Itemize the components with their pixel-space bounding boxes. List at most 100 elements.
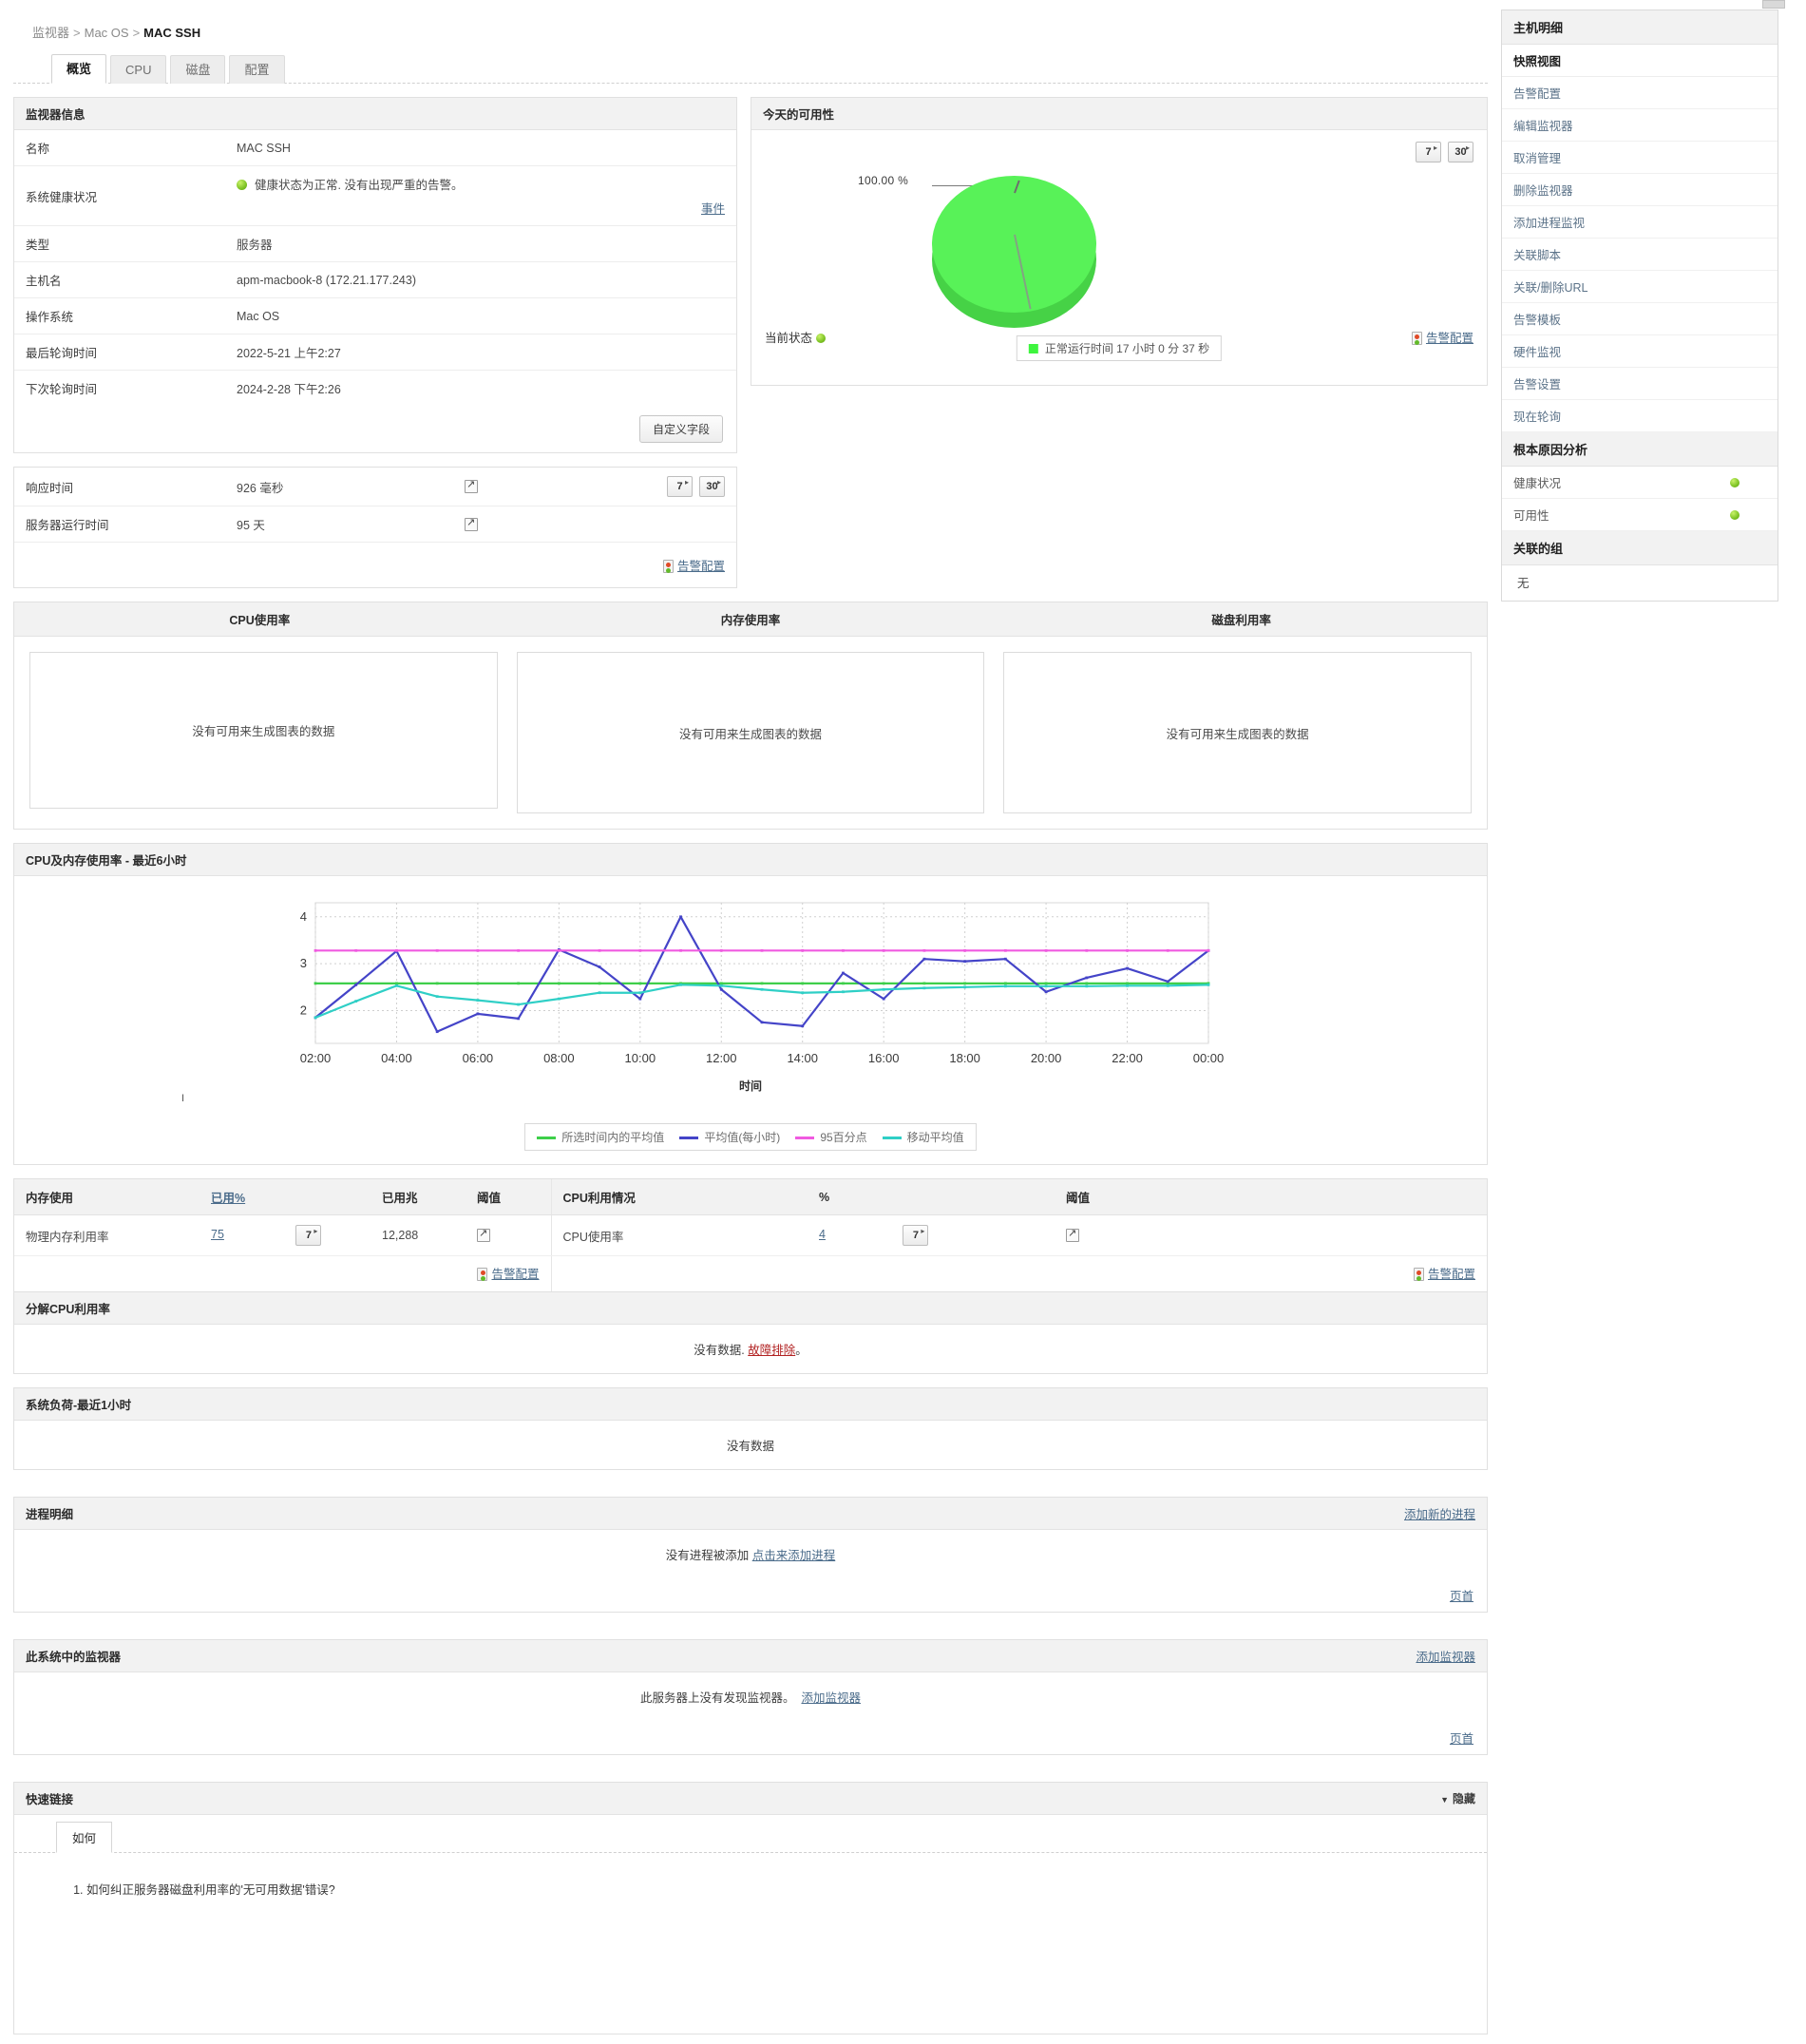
usage-table-panel: 内存使用 已用% 已用兆 阈值 CPU利用情况 % 阈值 物理内存利用率 75 … bbox=[13, 1178, 1488, 1292]
quick-links-hide-toggle[interactable]: ▼ 隐藏 bbox=[1440, 1790, 1475, 1806]
memory-range-7[interactable]: 7 ▸ bbox=[295, 1225, 322, 1246]
system-monitors-title: 此系统中的监视器 bbox=[26, 1651, 122, 1664]
quick-links-body: 如何纠正服务器磁盘利用率的'无可用数据'错误? bbox=[14, 1853, 1487, 2034]
svg-text:08:00: 08:00 bbox=[543, 1051, 575, 1065]
row-label-server-uptime: 服务器运行时间 bbox=[14, 506, 225, 543]
breadcrumb-root[interactable]: 监视器 bbox=[32, 26, 69, 40]
pie-percentage-label: 100.00 % bbox=[858, 174, 909, 187]
row-label-response-time: 响应时间 bbox=[14, 468, 225, 506]
perf-row: 响应时间 926 毫秒 7▸ 30▸ bbox=[13, 453, 1488, 588]
cpu-alarm-config[interactable]: 告警配置 bbox=[1055, 1256, 1487, 1292]
tab-cpu[interactable]: CPU bbox=[110, 55, 167, 84]
table-row: 名称 MAC SSH bbox=[14, 130, 736, 166]
perf-range-buttons: 7 ▸ 30 ▸ bbox=[667, 476, 725, 497]
perf-range-7[interactable]: 7 ▸ bbox=[667, 476, 693, 497]
breadcrumb: 监视器 > Mac OS > MAC SSH bbox=[13, 10, 1488, 52]
pie-legend: 正常运行时间 17 小时 0 分 37 秒 bbox=[1016, 335, 1223, 361]
sidebar-title: 主机明细 bbox=[1502, 10, 1777, 45]
cpu-breakdown-title: 分解CPU利用率 bbox=[26, 1303, 110, 1316]
row-label-last-poll: 最后轮询时间 bbox=[14, 334, 225, 371]
svg-text:2: 2 bbox=[300, 1003, 307, 1017]
current-status: 当前状态 bbox=[765, 328, 826, 346]
svg-text:16:00: 16:00 bbox=[868, 1051, 900, 1065]
row-value-os: Mac OS bbox=[225, 297, 736, 334]
perf-alarm-config-link[interactable]: 告警配置 bbox=[677, 560, 725, 573]
add-monitor-link[interactable]: 添加监视器 bbox=[1416, 1647, 1475, 1665]
cpu-threshold-popout-icon[interactable] bbox=[1066, 1227, 1079, 1243]
quick-links-list: 如何纠正服务器磁盘利用率的'无可用数据'错误? bbox=[66, 1880, 1487, 1898]
memory-alarm-config[interactable]: 告警配置 bbox=[466, 1256, 551, 1292]
monitors-top-link[interactable]: 页首 bbox=[1450, 1732, 1473, 1746]
alarm-icon bbox=[662, 560, 674, 573]
svg-text:4: 4 bbox=[300, 909, 307, 924]
sidebar-item-alarm-template[interactable]: 告警模板 bbox=[1502, 303, 1777, 335]
svg-text:00:00: 00:00 bbox=[1193, 1051, 1225, 1065]
system-load-title: 系统负荷-最近1小时 bbox=[26, 1399, 132, 1412]
rca-availability-status-dot bbox=[1730, 509, 1739, 520]
cpu-pct-value[interactable]: 4 bbox=[819, 1228, 826, 1241]
sidebar-item-hardware-monitor[interactable]: 硬件监视 bbox=[1502, 335, 1777, 368]
memory-row-used-mb: 12,288 bbox=[371, 1214, 466, 1256]
memory-used-pct-value[interactable]: 75 bbox=[211, 1228, 224, 1241]
availability-alarm-config[interactable]: 告警配置 bbox=[1411, 328, 1473, 346]
add-monitor-inline-link[interactable]: 添加监视器 bbox=[801, 1691, 861, 1705]
row-value-hostname: apm-macbook-8 (172.21.177.243) bbox=[225, 261, 736, 298]
list-item[interactable]: 如何纠正服务器磁盘利用率的'无可用数据'错误? bbox=[86, 1880, 1487, 1898]
cpu-breakdown-msg-prefix: 没有数据. bbox=[694, 1344, 745, 1357]
row-value-next-poll: 2024-2-28 下午2:26 bbox=[237, 383, 341, 396]
quick-links-panel: 快速链接 ▼隐藏 如何 如何纠正服务器磁盘利用率的'无可用数据'错误? bbox=[13, 1782, 1488, 2034]
sidebar-item-poll-now[interactable]: 现在轮询 bbox=[1502, 400, 1777, 432]
row-label-health: 系统健康状况 bbox=[14, 165, 225, 226]
row-label-hostname: 主机名 bbox=[14, 261, 225, 298]
process-top-link[interactable]: 页首 bbox=[1450, 1590, 1473, 1603]
col-used-mb: 已用兆 bbox=[371, 1179, 466, 1215]
troubleshoot-link[interactable]: 故障排除 bbox=[748, 1344, 795, 1357]
tab-disk[interactable]: 磁盘 bbox=[170, 55, 226, 84]
sidebar-item-delete-monitor[interactable]: 删除监视器 bbox=[1502, 174, 1777, 206]
custom-field-button[interactable]: 自定义字段 bbox=[638, 415, 723, 443]
sidebar-item-associate-script[interactable]: 关联脚本 bbox=[1502, 239, 1777, 271]
events-link[interactable]: 事件 bbox=[701, 202, 725, 216]
sidebar-item-alarm-config[interactable]: 告警配置 bbox=[1502, 77, 1777, 109]
memory-threshold-popout-icon[interactable] bbox=[477, 1227, 490, 1243]
row-value-response-time: 926 毫秒 bbox=[225, 468, 453, 506]
col-used-pct-link[interactable]: 已用% bbox=[211, 1192, 245, 1205]
legend-label: 移动平均值 bbox=[906, 1131, 964, 1144]
perf-panel: 响应时间 926 毫秒 7▸ 30▸ bbox=[13, 467, 737, 588]
tab-overview[interactable]: 概览 bbox=[51, 54, 107, 84]
quick-links-tab-howto[interactable]: 如何 bbox=[56, 1822, 113, 1853]
pie-legend-swatch bbox=[1028, 344, 1038, 353]
sidebar-item-add-process-monitor[interactable]: 添加进程监视 bbox=[1502, 206, 1777, 239]
availability-pie-chart: 100.00 % bbox=[751, 130, 1487, 328]
sidebar-item-edit-monitor[interactable]: 编辑监视器 bbox=[1502, 109, 1777, 142]
memory-alarm-config-link[interactable]: 告警配置 bbox=[491, 1268, 539, 1281]
cpu-row-name: CPU使用率 bbox=[550, 1214, 808, 1256]
cpu-range-7[interactable]: 7 ▸ bbox=[903, 1225, 929, 1246]
col-threshold-mem: 阈值 bbox=[466, 1179, 551, 1215]
table-row: 操作系统 Mac OS bbox=[14, 297, 736, 334]
table-row: 告警配置 bbox=[14, 543, 736, 588]
line-chart-header: CPU及内存使用率 - 最近6小时 bbox=[14, 844, 1487, 876]
cpu-alarm-config-link[interactable]: 告警配置 bbox=[1428, 1268, 1475, 1281]
breadcrumb-mac-os[interactable]: Mac OS bbox=[85, 26, 129, 40]
availability-alarm-config-link[interactable]: 告警配置 bbox=[1426, 332, 1473, 345]
alarm-icon bbox=[1411, 332, 1422, 345]
sidebar-item-associate-url[interactable]: 关联/删除URL bbox=[1502, 271, 1777, 303]
table-row: 下次轮询时间 2024-2-28 下午2:26 bbox=[14, 371, 736, 407]
svg-text:18:00: 18:00 bbox=[949, 1051, 980, 1065]
rca-title: 根本原因分析 bbox=[1502, 432, 1777, 467]
response-time-popout-icon[interactable] bbox=[465, 478, 478, 494]
legend-item: 移动平均值 bbox=[882, 1129, 964, 1145]
tab-config[interactable]: 配置 bbox=[229, 55, 285, 84]
legend-item: 95百分点 bbox=[795, 1129, 867, 1145]
line-chart-title: CPU及内存使用率 - 最近6小时 bbox=[26, 854, 187, 868]
cpu-chart-empty: 没有可用来生成图表的数据 bbox=[29, 652, 498, 809]
perf-range-30[interactable]: 30 ▸ bbox=[699, 476, 725, 497]
sidebar-item-alarm-settings[interactable]: 告警设置 bbox=[1502, 368, 1777, 400]
sidebar-item-unmanage[interactable]: 取消管理 bbox=[1502, 142, 1777, 174]
monitor-info-title: 监视器信息 bbox=[26, 108, 86, 122]
add-process-link[interactable]: 添加新的进程 bbox=[1404, 1504, 1475, 1522]
perf-table: 响应时间 926 毫秒 7▸ 30▸ bbox=[14, 468, 736, 587]
server-uptime-popout-icon[interactable] bbox=[465, 516, 478, 531]
click-to-add-process-link[interactable]: 点击来添加进程 bbox=[752, 1549, 836, 1562]
